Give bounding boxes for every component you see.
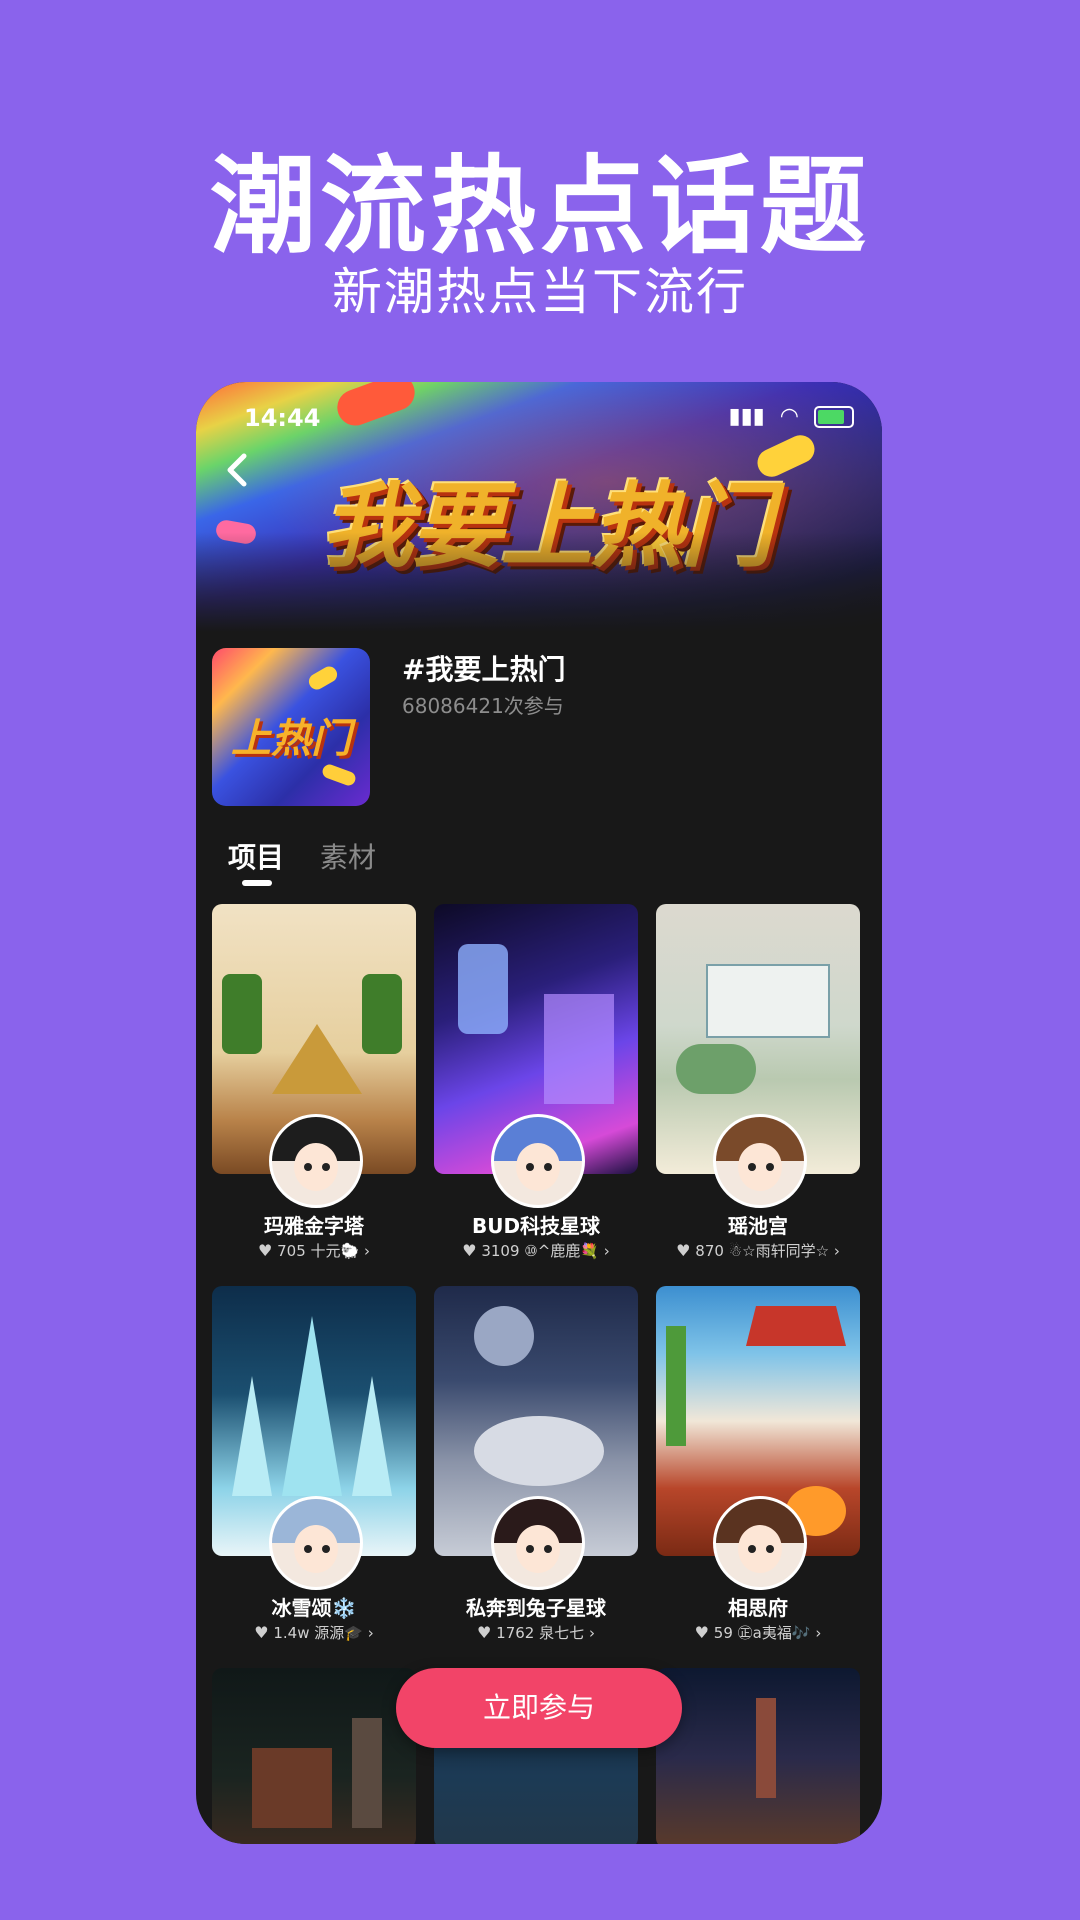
author-name: ⑩^鹿鹿💐 <box>524 1242 599 1260</box>
creator-avatar[interactable] <box>713 1114 807 1208</box>
project-image <box>212 1668 416 1844</box>
chevron-right-icon: › <box>603 1242 610 1260</box>
project-meta[interactable]: ♥ 1.4w 源源🎓 › <box>212 1622 416 1643</box>
thumb-confetti <box>306 663 340 693</box>
wifi-icon: ◠ <box>779 404 799 429</box>
author-name: 泉七七 <box>539 1624 585 1642</box>
project-meta[interactable]: ♥ 1762 泉七七 › <box>434 1622 638 1643</box>
status-time: 14:44 <box>244 404 321 432</box>
project-title: 玛雅金字塔 <box>264 1214 364 1238</box>
heart-icon: ♥ <box>254 1623 269 1642</box>
thumb-confetti <box>320 762 358 788</box>
phone-screen: 我要上热门 14:44 ▮▮▮ ◠ 上热门 #我要上热门 68086421次参与… <box>196 382 882 1844</box>
project-image <box>656 1668 860 1844</box>
heart-icon: ♥ <box>257 1241 273 1260</box>
project-card[interactable]: 相思府 ♥ 59 ㊣a夷福🎶 › <box>656 1286 860 1642</box>
author-name: 源源🎓 <box>314 1624 363 1642</box>
tab-indicator <box>242 880 272 886</box>
topic-name: #我要上热门 <box>402 653 566 686</box>
signal-icon: ▮▮▮ <box>728 404 765 429</box>
tab-projects[interactable]: 项目 <box>228 836 284 876</box>
heart-icon: ♥ <box>462 1241 477 1260</box>
creator-avatar[interactable] <box>269 1496 363 1590</box>
creator-avatar[interactable] <box>491 1496 585 1590</box>
like-count: 1.4w <box>273 1624 310 1642</box>
topic-participants: 68086421次参与 <box>402 694 564 718</box>
project-title: 相思府 <box>728 1596 788 1620</box>
promo-subtitle: 新潮热点当下流行 <box>332 263 748 321</box>
project-meta[interactable]: ♥ 705 十元🐑 › <box>212 1240 416 1261</box>
chevron-right-icon: › <box>588 1624 595 1642</box>
heart-icon: ♥ <box>676 1241 691 1260</box>
chevron-right-icon: › <box>367 1624 374 1642</box>
banner-fade <box>196 532 882 632</box>
project-meta[interactable]: ♥ 3109 ⑩^鹿鹿💐 › <box>434 1240 638 1261</box>
project-card[interactable] <box>212 1668 416 1844</box>
promo-title: 潮流热点话题 <box>210 145 870 268</box>
status-icons: ▮▮▮ ◠ <box>720 404 854 429</box>
thumbnail-art-text: 上热门 <box>231 716 351 762</box>
creator-avatar[interactable] <box>269 1114 363 1208</box>
heart-icon: ♥ <box>694 1623 710 1642</box>
project-card[interactable]: BUD科技星球 ♥ 3109 ⑩^鹿鹿💐 › <box>434 904 638 1260</box>
back-icon[interactable] <box>222 448 252 492</box>
project-card[interactable]: 玛雅金字塔 ♥ 705 十元🐑 › <box>212 904 416 1260</box>
topic-thumbnail: 上热门 <box>212 648 370 806</box>
creator-avatar[interactable] <box>713 1496 807 1590</box>
battery-icon <box>814 406 854 428</box>
like-count: 59 <box>713 1624 733 1642</box>
like-count: 870 <box>695 1242 724 1260</box>
author-name: 十元🐑 <box>310 1242 360 1260</box>
chevron-right-icon: › <box>815 1624 822 1642</box>
project-meta[interactable]: ♥ 59 ㊣a夷福🎶 › <box>656 1622 860 1643</box>
author-name: ㊣a夷福🎶 <box>737 1624 811 1642</box>
chevron-right-icon: › <box>833 1242 840 1260</box>
project-card[interactable] <box>656 1668 860 1844</box>
project-title: 私奔到兔子星球 <box>466 1596 606 1620</box>
join-now-button[interactable]: 立即参与 <box>396 1668 682 1748</box>
heart-icon: ♥ <box>477 1623 492 1642</box>
project-card[interactable]: 冰雪颂❄️ ♥ 1.4w 源源🎓 › <box>212 1286 416 1642</box>
chevron-right-icon: › <box>364 1242 370 1260</box>
tab-materials[interactable]: 素材 <box>320 836 376 876</box>
like-count: 705 <box>277 1242 306 1260</box>
author-name: ☃☆雨轩同学☆ <box>728 1242 830 1260</box>
project-meta[interactable]: ♥ 870 ☃☆雨轩同学☆ › <box>656 1240 860 1261</box>
like-count: 3109 <box>481 1242 520 1260</box>
project-title: 瑶池宫 <box>728 1214 788 1238</box>
project-title: BUD科技星球 <box>471 1214 601 1238</box>
project-title: 冰雪颂❄️ <box>271 1596 357 1620</box>
project-card[interactable]: 私奔到兔子星球 ♥ 1762 泉七七 › <box>434 1286 638 1642</box>
creator-avatar[interactable] <box>491 1114 585 1208</box>
project-card[interactable]: 瑶池宫 ♥ 870 ☃☆雨轩同学☆ › <box>656 904 860 1260</box>
like-count: 1762 <box>496 1624 535 1642</box>
